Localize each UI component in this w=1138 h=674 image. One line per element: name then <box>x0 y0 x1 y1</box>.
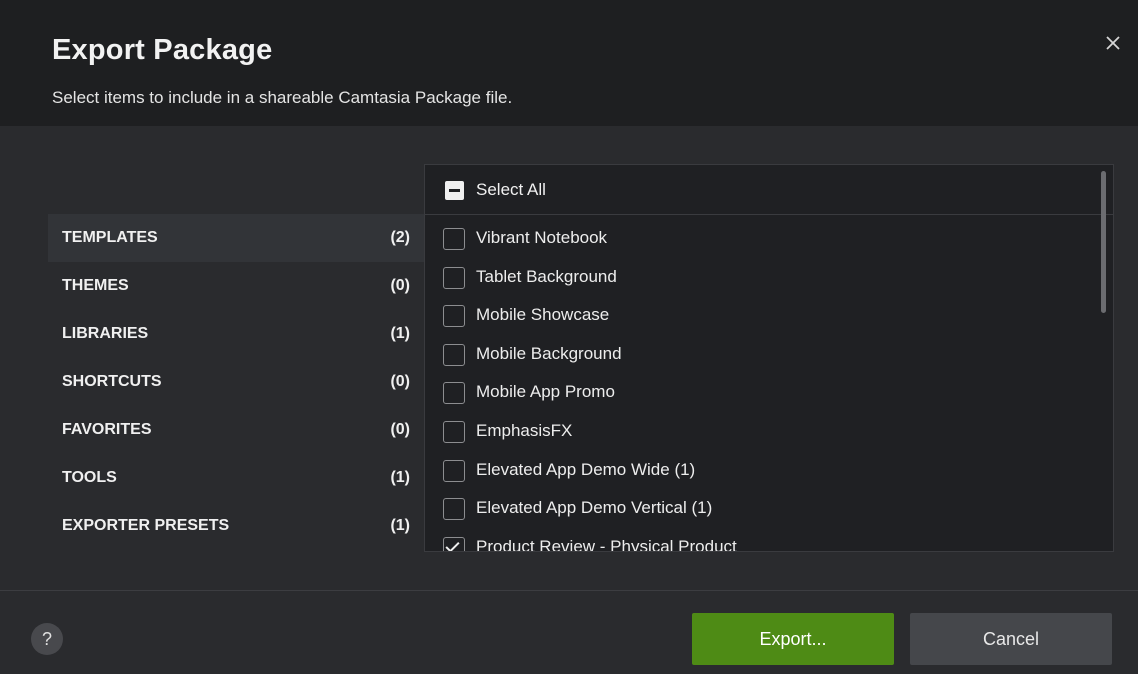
category-libraries[interactable]: LIBRARIES (1) <box>48 310 424 358</box>
category-label: SHORTCUTS <box>62 373 162 390</box>
category-label: TEMPLATES <box>62 229 158 246</box>
export-button[interactable]: Export... <box>692 613 894 665</box>
dialog-footer: ? Export... Cancel <box>0 590 1138 674</box>
category-list: TEMPLATES (2) THEMES (0) LIBRARIES (1) SHORTCU… <box>48 214 424 550</box>
list-item[interactable]: Mobile App Promo <box>425 377 1113 416</box>
item-label: Product Review - Physical Product <box>476 536 737 552</box>
item-label: Mobile Background <box>476 343 622 363</box>
list-item[interactable]: Elevated App Demo Wide (1) <box>425 455 1113 494</box>
item-list-panel: Select All Vibrant Notebook Tablet Backgr… <box>424 164 1114 552</box>
item-checkbox[interactable] <box>443 266 465 289</box>
dialog-title: Export Package <box>52 34 273 66</box>
category-count: (1) <box>390 517 410 534</box>
list-item[interactable]: Mobile Showcase <box>425 300 1113 339</box>
item-list: Vibrant Notebook Tablet Background Mobile … <box>425 223 1113 552</box>
category-count: (1) <box>390 325 410 342</box>
category-themes[interactable]: THEMES (0) <box>48 262 424 310</box>
item-checkbox[interactable] <box>443 459 465 482</box>
list-item[interactable]: Elevated App Demo Vertical (1) <box>425 493 1113 532</box>
item-label: Elevated App Demo Vertical (1) <box>476 498 713 518</box>
category-favorites[interactable]: FAVORITES (0) <box>48 406 424 454</box>
cancel-button[interactable]: Cancel <box>910 613 1112 665</box>
item-checkbox[interactable] <box>443 343 465 366</box>
list-item[interactable]: Vibrant Notebook <box>425 223 1113 262</box>
category-label: EXPORTER PRESETS <box>62 517 230 534</box>
list-item[interactable]: Product Review - Physical Product <box>425 532 1113 552</box>
item-checkbox[interactable] <box>443 420 465 443</box>
category-shortcuts[interactable]: SHORTCUTS (0) <box>48 358 424 406</box>
item-label: Elevated App Demo Wide (1) <box>476 459 696 479</box>
list-item[interactable]: Mobile Background <box>425 339 1113 378</box>
close-icon <box>1106 36 1120 50</box>
item-checkbox[interactable] <box>443 305 465 328</box>
category-count: (0) <box>390 421 410 438</box>
category-count: (2) <box>390 229 410 246</box>
item-label: EmphasisFX <box>476 420 573 440</box>
category-count: (0) <box>390 373 410 390</box>
item-label: Tablet Background <box>476 266 617 286</box>
dialog-body: TEMPLATES (2) THEMES (0) LIBRARIES (1) SHORTCU… <box>0 126 1138 590</box>
category-label: TOOLS <box>62 469 117 486</box>
list-item[interactable]: EmphasisFX <box>425 416 1113 455</box>
checkmark-icon <box>445 538 460 551</box>
category-label: LIBRARIES <box>62 325 149 342</box>
list-item[interactable]: Tablet Background <box>425 262 1113 301</box>
dialog-header: Export Package Select items to include i… <box>0 0 1138 126</box>
item-checkbox[interactable] <box>443 382 465 405</box>
category-label: THEMES <box>62 277 129 294</box>
list-scrollbar[interactable] <box>1101 171 1106 313</box>
close-button[interactable] <box>1102 32 1126 56</box>
select-all-row[interactable]: Select All <box>425 165 1113 215</box>
item-label: Mobile Showcase <box>476 305 610 325</box>
help-button[interactable]: ? <box>31 623 63 655</box>
item-label: Vibrant Notebook <box>476 228 608 247</box>
item-label: Mobile App Promo <box>476 382 615 402</box>
category-count: (1) <box>390 469 410 486</box>
item-checkbox[interactable] <box>443 536 465 551</box>
indeterminate-dash-icon <box>449 189 460 192</box>
dialog-subtitle: Select items to include in a shareable C… <box>52 88 513 107</box>
item-checkbox[interactable] <box>443 228 465 250</box>
category-exporter-presets[interactable]: EXPORTER PRESETS (1) <box>48 502 424 550</box>
item-checkbox[interactable] <box>443 498 465 521</box>
category-tools[interactable]: TOOLS (1) <box>48 454 424 502</box>
select-all-label: Select All <box>476 180 546 199</box>
category-count: (0) <box>390 277 410 294</box>
category-templates[interactable]: TEMPLATES (2) <box>48 214 424 262</box>
select-all-checkbox[interactable] <box>445 181 464 200</box>
category-label: FAVORITES <box>62 421 152 438</box>
